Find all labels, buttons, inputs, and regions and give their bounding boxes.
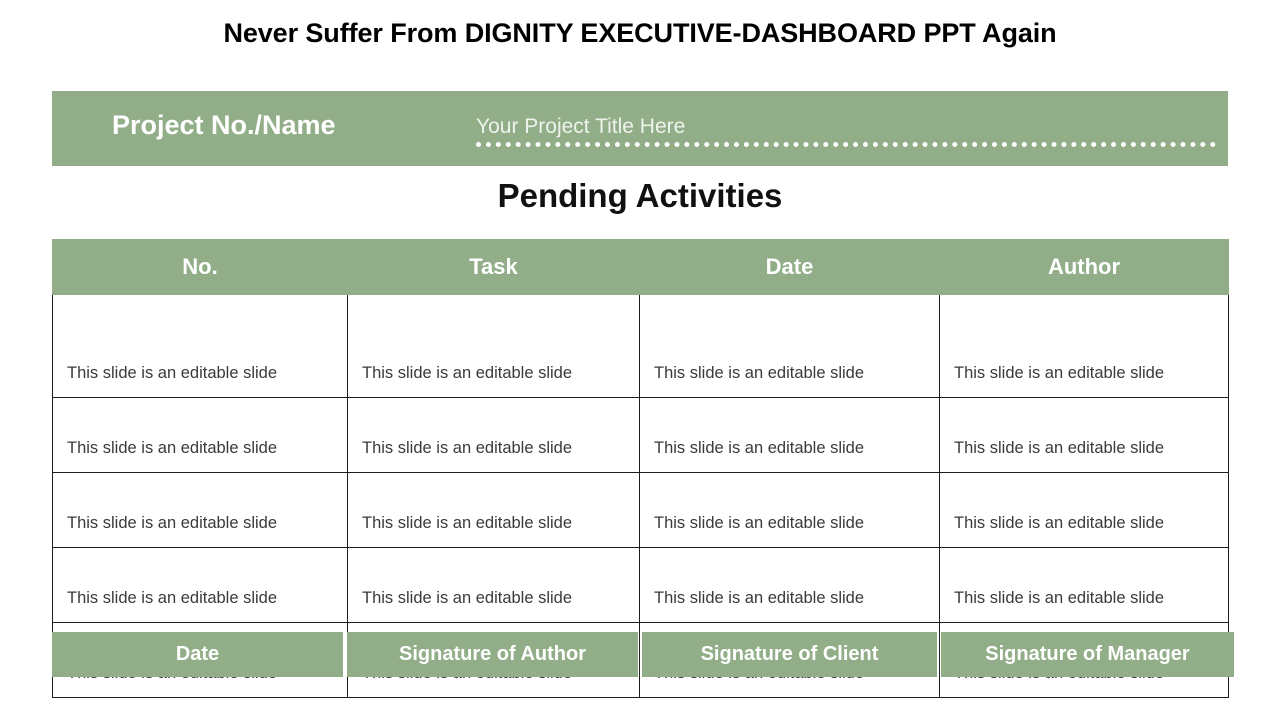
table-cell-no[interactable]: This slide is an editable slide (52, 397, 348, 473)
table-cell-author[interactable]: This slide is an editable slide (939, 472, 1229, 548)
project-banner: Project No./Name Your Project Title Here (52, 91, 1228, 166)
table-cell-date[interactable]: This slide is an editable slide (639, 294, 940, 398)
table-row[interactable]: This slide is an editable slide This sli… (52, 472, 1229, 548)
table-cell-task[interactable]: This slide is an editable slide (347, 294, 640, 398)
page-title: Never Suffer From DIGNITY EXECUTIVE-DASH… (223, 18, 1057, 48)
table-cell-no[interactable]: This slide is an editable slide (52, 472, 348, 548)
table-row[interactable]: This slide is an editable slide This sli… (52, 294, 1229, 398)
table-cell-date[interactable]: This slide is an editable slide (639, 547, 940, 623)
signature-cell-client[interactable]: Signature of Client (642, 632, 937, 677)
project-title-dotted-underline (476, 142, 1216, 147)
table-header: No. Task Date Author (52, 239, 1229, 295)
table-header-task[interactable]: Task (347, 239, 640, 295)
section-heading: Pending Activities (497, 177, 783, 214)
table-cell-author[interactable]: This slide is an editable slide (939, 547, 1229, 623)
table-cell-task[interactable]: This slide is an editable slide (347, 397, 640, 473)
table-cell-author[interactable]: This slide is an editable slide (939, 397, 1229, 473)
pending-activities-table: No. Task Date Author This slide is an ed… (52, 239, 1229, 698)
signature-cell-author[interactable]: Signature of Author (347, 632, 638, 677)
project-no-name-label: Project No./Name (112, 110, 336, 140)
slide-canvas: Never Suffer From DIGNITY EXECUTIVE-DASH… (0, 0, 1280, 720)
table-row[interactable]: This slide is an editable slide This sli… (52, 397, 1229, 473)
table-header-author[interactable]: Author (939, 239, 1229, 295)
table-cell-no[interactable]: This slide is an editable slide (52, 294, 348, 398)
table-row[interactable]: This slide is an editable slide This sli… (52, 547, 1229, 623)
table-cell-task[interactable]: This slide is an editable slide (347, 547, 640, 623)
pending-activities-table-wrapper: No. Task Date Author This slide is an ed… (52, 239, 1229, 698)
signature-cell-date[interactable]: Date (52, 632, 343, 677)
project-title-value[interactable]: Your Project Title Here (476, 113, 1216, 141)
table-header-no[interactable]: No. (52, 239, 348, 295)
table-cell-no[interactable]: This slide is an editable slide (52, 547, 348, 623)
table-header-row: No. Task Date Author (52, 239, 1229, 295)
signature-row: Date Signature of Author Signature of Cl… (52, 632, 1234, 677)
table-cell-date[interactable]: This slide is an editable slide (639, 472, 940, 548)
signature-cell-manager[interactable]: Signature of Manager (940, 632, 1234, 677)
table-cell-task[interactable]: This slide is an editable slide (347, 472, 640, 548)
table-cell-author[interactable]: This slide is an editable slide (939, 294, 1229, 398)
table-header-date[interactable]: Date (639, 239, 940, 295)
table-cell-date[interactable]: This slide is an editable slide (639, 397, 940, 473)
project-title-field[interactable]: Your Project Title Here (476, 113, 1216, 147)
